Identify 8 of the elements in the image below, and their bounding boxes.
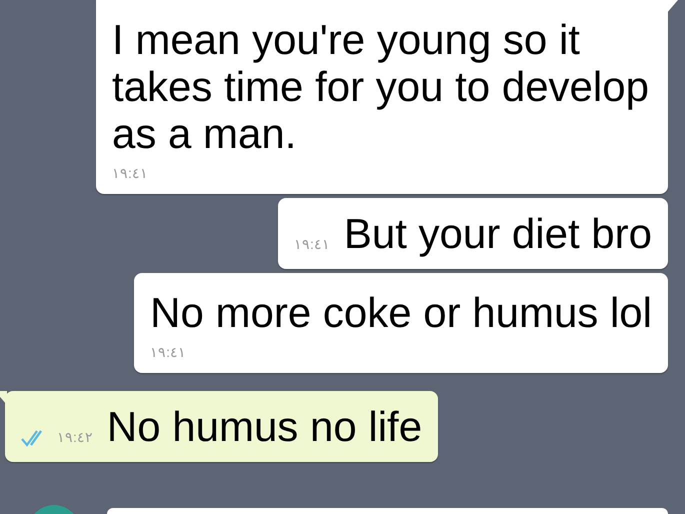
message-time: ١٩:٤٢ bbox=[57, 428, 93, 447]
message-time: ١٩:٤١ bbox=[294, 235, 330, 254]
message-time: ١٩:٤١ bbox=[150, 343, 186, 362]
message-text: But your diet bro bbox=[344, 210, 652, 257]
message-text: No humus no life bbox=[106, 403, 422, 450]
message-text: I mean you're young so it takes time for you to develop as a man. bbox=[112, 16, 650, 157]
message-time: ١٩:٤١ bbox=[112, 164, 148, 183]
message-text: No more coke or humus lol bbox=[150, 289, 652, 336]
